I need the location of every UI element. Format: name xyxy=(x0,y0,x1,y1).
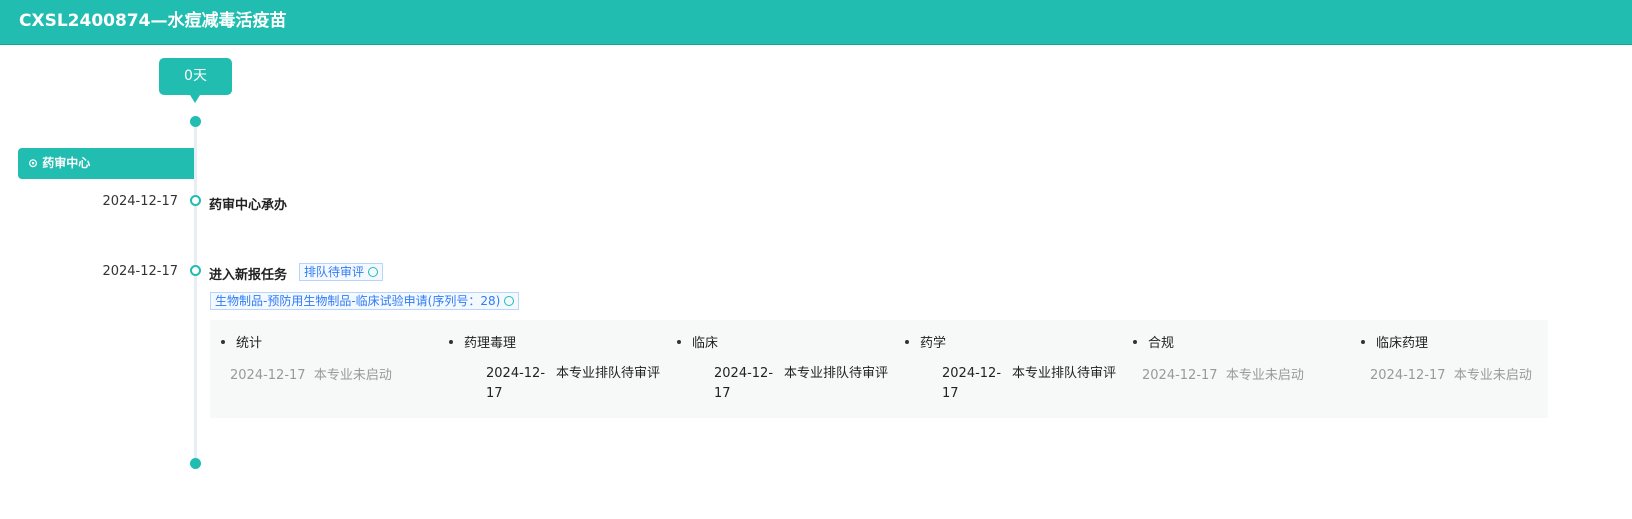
status-tag[interactable]: 排队待审评 xyxy=(299,263,384,281)
event-dot xyxy=(190,195,201,206)
timeline-start-dot xyxy=(190,116,201,127)
discipline-item: 临床药理 2024-12-17 本专业未启动 xyxy=(1360,332,1588,383)
timeline-end-dot xyxy=(190,458,201,469)
event-title: 药审中心承办 xyxy=(209,198,288,213)
discipline-status: 2024-12-17 本专业未启动 xyxy=(230,368,392,383)
discipline-item: 药理毒理 2024-12-17 本专业排队待审评 xyxy=(448,332,676,404)
discipline-name: 药理毒理 xyxy=(448,332,676,352)
discipline-panel: 统计 2024-12-17 本专业未启动 药理毒理 2024-12-17 本专业排队待审… xyxy=(210,320,1548,418)
discipline-name: 药学 xyxy=(904,332,1132,352)
discipline-item: 临床 2024-12-17 本专业排队待审评 xyxy=(676,332,904,404)
page-title: CXSL2400874—水痘减毒活疫苗 xyxy=(19,11,287,31)
discipline-item: 合规 2024-12-17 本专业未启动 xyxy=(1132,332,1360,383)
clock-icon xyxy=(504,296,515,306)
discipline-name: 统计 xyxy=(220,332,448,352)
event-dot xyxy=(190,265,201,276)
category-tag[interactable]: 生物制品-预防用生物制品-临床试验申请(序列号：28) xyxy=(210,292,520,310)
location-label: ⊙ 药审中心 xyxy=(18,148,194,179)
discipline-item: 统计 2024-12-17 本专业未启动 xyxy=(220,332,448,383)
discipline-name: 临床 xyxy=(676,332,904,352)
discipline-status: 2024-12-17 本专业排队待审评 xyxy=(486,366,661,401)
event-date: 2024-12-17 xyxy=(102,194,178,209)
location-pin-icon: ⊙ xyxy=(28,156,39,170)
discipline-status: 2024-12-17 本专业未启动 xyxy=(1370,368,1532,383)
discipline-status: 2024-12-17 本专业排队待审评 xyxy=(714,366,889,401)
event-date: 2024-12-17 xyxy=(102,264,178,279)
discipline-status: 2024-12-17 本专业未启动 xyxy=(1142,368,1304,383)
timeline-line xyxy=(194,121,197,464)
event-title: 进入新报任务 xyxy=(209,268,288,283)
discipline-status: 2024-12-17 本专业排队待审评 xyxy=(942,366,1117,401)
clock-icon xyxy=(368,267,379,277)
discipline-item: 药学 2024-12-17 本专业排队待审评 xyxy=(904,332,1132,404)
discipline-name: 临床药理 xyxy=(1360,332,1588,352)
discipline-name: 合规 xyxy=(1132,332,1360,352)
page-header: CXSL2400874—水痘减毒活疫苗 xyxy=(0,0,1632,45)
elapsed-days-bubble: 0天 xyxy=(159,58,232,103)
